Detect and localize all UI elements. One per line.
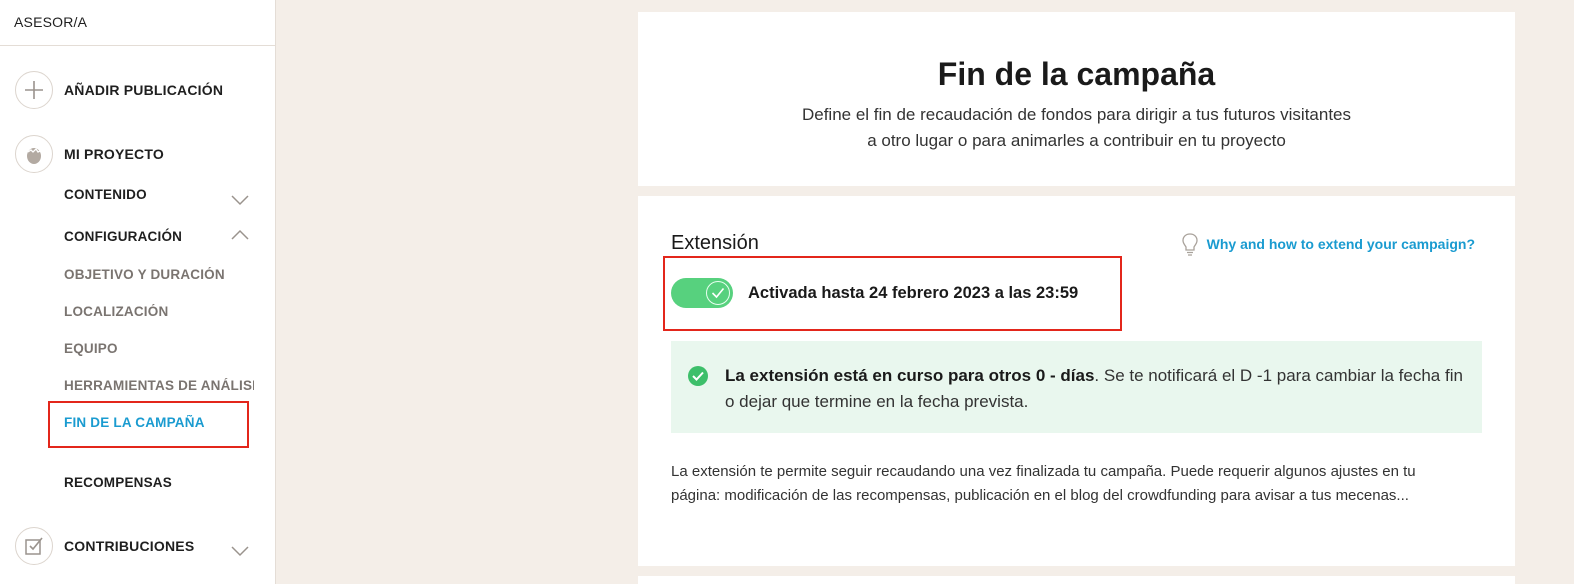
extension-notice: La extensión está en curso para otros 0 …	[671, 341, 1482, 433]
nav-team[interactable]: EQUIPO	[64, 341, 254, 356]
notice-bold: La extensión está en curso para otros 0 …	[725, 366, 1095, 385]
nav-analysis-tools[interactable]: HERRAMIENTAS DE ANÁLISIS	[64, 378, 254, 393]
chevron-up-icon[interactable]	[230, 229, 250, 241]
nav-contributions[interactable]: CONTRIBUCIONES	[64, 538, 194, 554]
nav-location[interactable]: LOCALIZACIÓN	[64, 304, 254, 319]
plus-icon[interactable]	[15, 71, 53, 109]
section-title: Extensión	[671, 232, 759, 254]
highlight-box-sidebar	[48, 401, 249, 448]
next-card	[638, 576, 1515, 584]
chevron-down-icon[interactable]	[230, 194, 250, 206]
extension-toggle-row: Activada hasta 24 febrero 2023 a las 23:…	[671, 278, 1078, 308]
notice-text: La extensión está en curso para otros 0 …	[725, 363, 1466, 433]
nav-rewards[interactable]: RECOMPENSAS	[64, 475, 172, 490]
page-description: Define el fin de recaudación de fondos p…	[801, 105, 1352, 150]
nav-content[interactable]: CONTENIDO	[64, 187, 147, 202]
checkbox-icon	[15, 527, 53, 565]
nav-my-project[interactable]: MI PROYECTO	[64, 146, 164, 162]
egg-icon	[15, 135, 53, 173]
page-title: Fin de la campaña	[937, 56, 1216, 92]
nav-configuration[interactable]: CONFIGURACIÓN	[64, 229, 182, 244]
sidebar-header: ASESOR/A	[0, 0, 275, 46]
toggle-knob	[706, 281, 730, 305]
check-circle-icon	[688, 366, 708, 386]
nav-goal-duration[interactable]: OBJETIVO Y DURACIÓN	[64, 267, 254, 282]
sidebar: ASESOR/A AÑADIR PUBLICACIÓN MI PROYECTO …	[0, 0, 276, 584]
extension-card: Extensión Why and how to extend your cam…	[638, 196, 1515, 566]
check-icon	[711, 287, 725, 299]
help-link[interactable]: Why and how to extend your campaign?	[1181, 232, 1475, 256]
chevron-down-icon[interactable]	[230, 545, 250, 557]
help-link-label[interactable]: Why and how to extend your campaign?	[1207, 236, 1475, 252]
extension-toggle[interactable]	[671, 278, 733, 308]
header-card: Fin de la campaña Define el fin de recau…	[638, 12, 1515, 186]
lightbulb-icon	[1181, 233, 1198, 256]
toggle-label: Activada hasta 24 febrero 2023 a las 23:…	[748, 283, 1079, 302]
extension-description: La extensión te permite seguir recaudand…	[671, 463, 1416, 504]
nav-add-publication[interactable]: AÑADIR PUBLICACIÓN	[64, 82, 223, 98]
